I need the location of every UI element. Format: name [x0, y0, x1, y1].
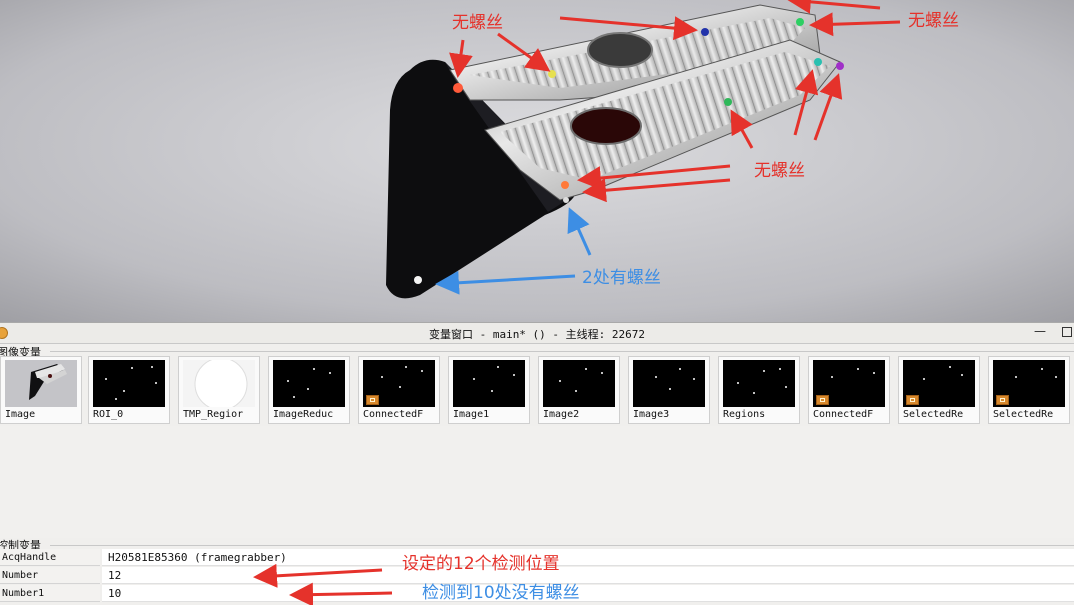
thumb-label: Image1	[453, 409, 490, 420]
image-variable-thumb[interactable]: Image	[0, 356, 82, 424]
variable-value: 12	[102, 567, 1074, 584]
variable-value: H20581E85360 (framegrabber)	[102, 549, 1074, 566]
image-variables-empty-area	[0, 426, 1074, 538]
thumbnail-preview	[5, 360, 77, 407]
thumbnail-preview	[93, 360, 165, 407]
variable-name: Number1	[0, 585, 100, 602]
annotation-detect-positions: 设定的12个检测位置	[402, 554, 560, 574]
thumb-label: Regions	[723, 409, 766, 420]
image-variable-thumb[interactable]: Regions	[718, 356, 800, 424]
section-divider	[50, 351, 1074, 352]
thumb-label: ROI_0	[93, 409, 124, 420]
thumb-label: Image3	[633, 409, 670, 420]
thumb-label: TMP_Regior	[183, 409, 244, 420]
maximize-button[interactable]	[1062, 327, 1072, 337]
thumbnail-preview	[363, 360, 435, 407]
variable-value: 10	[102, 585, 1074, 602]
variable-window: 变量窗口 - main* () - 主线程: 22672 — 图像变量 Imag…	[0, 322, 1074, 605]
window-titlebar[interactable]: 变量窗口 - main* () - 主线程: 22672 —	[0, 323, 1074, 344]
thumbnail-preview	[453, 360, 525, 407]
thumbnail-preview	[273, 360, 345, 407]
image-variable-thumb[interactable]: Image3	[628, 356, 710, 424]
thumb-label: SelectedRe	[903, 409, 964, 420]
tuple-icon	[366, 395, 379, 405]
annotation-has-screw: 2处有螺丝	[582, 268, 661, 288]
camera-image: 无螺丝 无螺丝 无螺丝 2处有螺丝	[0, 0, 1074, 322]
image-variable-thumb[interactable]: SelectedRe	[898, 356, 980, 424]
thumb-label: ConnectedF	[363, 409, 424, 420]
section-divider	[50, 545, 1074, 546]
annotation-missing-screws: 检测到10处没有螺丝	[422, 583, 580, 603]
annotation-no-screw-middle: 无螺丝	[754, 161, 805, 181]
thumbnail-preview	[183, 360, 255, 407]
annotation-no-screw-top-right: 无螺丝	[908, 11, 959, 31]
thumbnail-preview	[813, 360, 885, 407]
image-variable-list: Image ROI_0 TMP_Regior ImageReduc Connec…	[0, 356, 1074, 426]
minimize-button[interactable]: —	[1034, 324, 1046, 338]
thumb-label: SelectedRe	[993, 409, 1054, 420]
annotation-no-screw-top-left: 无螺丝	[452, 13, 503, 33]
thumbnail-preview	[993, 360, 1065, 407]
thumb-label: ConnectedF	[813, 409, 874, 420]
thumb-label: Image2	[543, 409, 580, 420]
thumbnail-preview	[903, 360, 975, 407]
photo-scene	[0, 0, 1074, 322]
image-variable-thumb[interactable]: Image2	[538, 356, 620, 424]
thumbnail-preview	[723, 360, 795, 407]
thumb-label: Image	[5, 409, 36, 420]
image-variable-thumb[interactable]: ConnectedF	[808, 356, 890, 424]
tuple-icon	[816, 395, 829, 405]
image-variable-thumb[interactable]: TMP_Regior	[178, 356, 260, 424]
window-title: 变量窗口 - main* () - 主线程: 22672	[428, 328, 646, 341]
tuple-icon	[906, 395, 919, 405]
image-variable-thumb[interactable]: Image1	[448, 356, 530, 424]
image-variable-thumb[interactable]: ConnectedF	[358, 356, 440, 424]
thumbnail-preview	[543, 360, 615, 407]
image-variable-thumb[interactable]: SelectedRe	[988, 356, 1070, 424]
thumbnail-preview	[633, 360, 705, 407]
thumb-label: ImageReduc	[273, 409, 334, 420]
tuple-icon	[996, 395, 1009, 405]
variable-name: Number	[0, 567, 100, 584]
variable-name: AcqHandle	[0, 549, 100, 566]
image-variable-thumb[interactable]: ROI_0	[88, 356, 170, 424]
image-variable-thumb[interactable]: ImageReduc	[268, 356, 350, 424]
